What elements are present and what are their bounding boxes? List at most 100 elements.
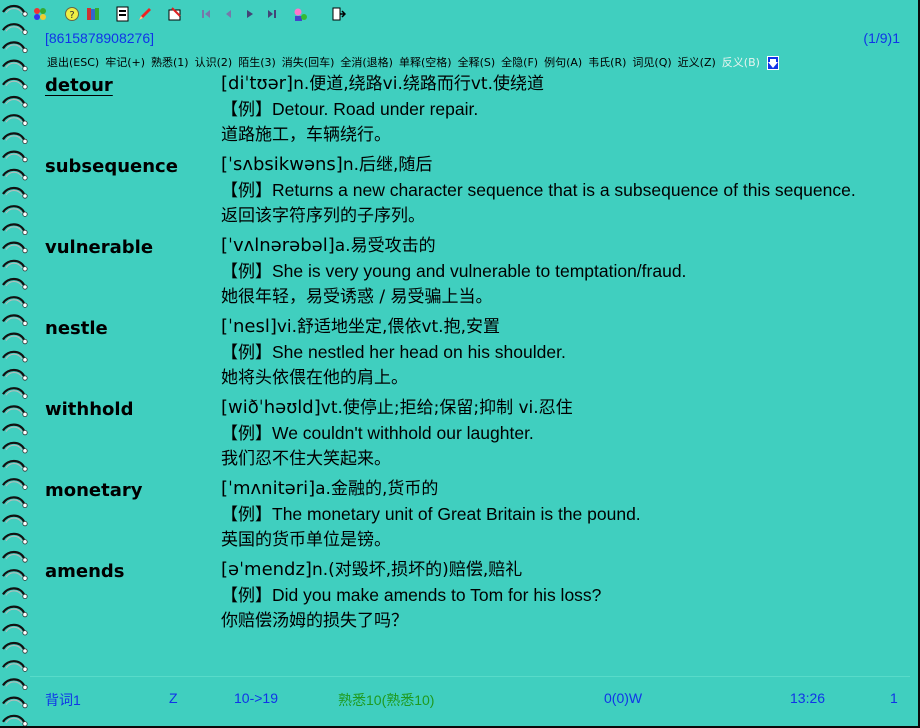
definition-block: [wiðˈhəʊld]vt.使停止;拒给;保留;抑制 vi.忍住【例】We co… [221, 395, 895, 472]
menu-item[interactable]: 全消(退格) [340, 56, 393, 69]
meaning: n.便道,绕路vi.绕路而行vt.使绕道 [293, 74, 544, 94]
example-translation: 返回该字符序列的子序列。 [221, 206, 425, 226]
menu-item[interactable]: 认识(2) [195, 56, 233, 69]
example-marker: 【例】 [221, 262, 272, 282]
example-marker: 【例】 [221, 343, 272, 363]
status-range: 10->19 [234, 690, 278, 706]
example-marker: 【例】 [221, 505, 272, 525]
help-icon[interactable]: ? [64, 6, 80, 22]
word-list: detour [diˈtʊər]n.便道,绕路vi.绕路而行vt.使绕道 【例】De… [45, 71, 895, 638]
books-icon[interactable] [85, 6, 101, 22]
example-marker: 【例】 [221, 586, 272, 606]
definition-block: [ˈnesl]vi.舒适地坐定,偎依vt.抱,安置 【例】She nestled … [221, 314, 895, 391]
svg-text:?: ? [69, 10, 74, 21]
definition-block: [diˈtʊər]n.便道,绕路vi.绕路而行vt.使绕道【例】Detour. … [221, 71, 895, 148]
mark-icon[interactable] [167, 6, 183, 22]
status-familiar: 熟悉10(熟悉10) [338, 692, 435, 708]
first-icon[interactable] [198, 6, 214, 22]
example-translation: 她将头依偎在他的肩上。 [221, 368, 408, 388]
definition-block: [əˈmendz]n.(对毁坏,损坏的)赔偿,赔礼【例】Did you make… [221, 557, 895, 634]
user-icon[interactable] [292, 6, 308, 22]
status-bar: 背词1 Z 10->19 熟悉10(熟悉10) 0(0)W 13:26 1 [0, 690, 920, 710]
prev-icon[interactable] [220, 6, 236, 22]
word-entry[interactable]: subsequence [ˈsʌbsikwəns]n.后继,随后【例】Return… [45, 152, 895, 229]
phonetic: [ˈvʌlnərəbəl] [221, 235, 335, 256]
example-sentence: The monetary unit of Great Britain is th… [272, 504, 641, 524]
app-window: ? [8615878908276] (1/9)1 退出(ESC) 牢记(+) 熟… [0, 0, 920, 728]
word-entry[interactable]: withhold [wiðˈhəʊld]vt.使停止;拒给;保留;抑制 vi.忍住… [45, 395, 895, 472]
example-translation: 你赔偿汤姆的损失了吗？ [221, 611, 408, 631]
definition-block: [ˈvʌlnərəbəl]a.易受攻击的【例】She is very young… [221, 233, 895, 310]
headword[interactable]: detour [45, 71, 221, 148]
headword[interactable]: amends [45, 557, 221, 634]
menu-item[interactable]: 单释(空格) [399, 56, 452, 69]
page-icon[interactable] [115, 6, 131, 22]
menu-item[interactable]: 近义(Z) [678, 56, 716, 69]
example-sentence: She nestled her head on his shoulder. [272, 342, 566, 362]
example-translation: 英国的货币单位是镑。 [221, 530, 391, 550]
example-sentence: She is very young and vulnerable to temp… [272, 261, 687, 281]
word-entry[interactable]: amends [əˈmendz]n.(对毁坏,损坏的)赔偿,赔礼【例】Did yo… [45, 557, 895, 634]
status-page: 1 [890, 690, 898, 706]
menu-item[interactable]: 韦氏(R) [588, 56, 626, 69]
colors-icon[interactable] [32, 6, 48, 22]
headword[interactable]: monetary [45, 476, 221, 553]
status-sort: Z [169, 690, 178, 706]
menu-item[interactable]: 退出(ESC) [47, 56, 99, 69]
word-entry[interactable]: vulnerable [ˈvʌlnərəbəl]a.易受攻击的【例】She is … [45, 233, 895, 310]
example-marker: 【例】 [221, 424, 272, 444]
phonetic: [əˈmendz] [221, 559, 312, 580]
phonetic: [ˈsʌbsikwəns] [221, 154, 343, 175]
menu-item[interactable]: 熟悉(1) [151, 56, 189, 69]
status-divider [30, 676, 910, 677]
phonetic: [wiðˈhəʊld] [221, 397, 321, 418]
next-icon[interactable] [264, 6, 280, 22]
pencil-icon[interactable] [137, 6, 153, 22]
position-indicator: (1/9)1 [863, 30, 900, 46]
phonetic: [ˈmʌnitəri] [221, 478, 316, 499]
example-marker: 【例】 [221, 181, 272, 201]
menu-item[interactable]: 反义(B) [722, 56, 760, 69]
exit-icon[interactable] [330, 6, 346, 22]
word-entry[interactable]: nestle [ˈnesl]vi.舒适地坐定,偎依vt.抱,安置 【例】She ne… [45, 314, 895, 391]
example-sentence: Returns a new character sequence that is… [272, 180, 856, 200]
menu-item[interactable]: 全释(S) [458, 56, 496, 69]
menu-item[interactable]: 全隐(F) [501, 56, 538, 69]
headword[interactable]: vulnerable [45, 233, 221, 310]
example-marker: 【例】 [221, 100, 272, 120]
meaning: a.金融的,货币的 [315, 479, 439, 499]
toolbar: ? [30, 4, 430, 24]
status-time: 13:26 [790, 690, 826, 706]
definition-block: [ˈmʌnitəri]a.金融的,货币的【例】The monetary unit… [221, 476, 895, 553]
example-translation: 她很年轻，易受诱惑 / 易受骗上当。 [221, 287, 493, 307]
example-sentence: Did you make amends to Tom for his loss? [272, 585, 602, 605]
meaning: vt.使停止;拒给;保留;抑制 vi.忍住 [320, 398, 573, 418]
example-translation: 我们忍不住大笑起来。 [221, 449, 391, 469]
play-icon[interactable] [242, 6, 258, 22]
phonetic: [diˈtʊər] [221, 73, 294, 94]
menu-item[interactable]: 消失(回车) [282, 56, 335, 69]
meaning: vi.舒适地坐定,偎依vt.抱,安置 [276, 317, 500, 337]
meaning: n.(对毁坏,损坏的)赔偿,赔礼 [311, 560, 523, 580]
status-count: 0(0)W [604, 690, 643, 706]
meaning: n.后继,随后 [342, 155, 433, 175]
status-mode: 背词1 [45, 692, 81, 708]
menu-item[interactable]: 牢记(+) [105, 56, 145, 69]
word-entry[interactable]: detour [diˈtʊər]n.便道,绕路vi.绕路而行vt.使绕道【例】De… [45, 71, 895, 148]
example-sentence: We couldn't withhold our laughter. [272, 423, 534, 443]
menu-item[interactable]: 词见(Q) [632, 56, 671, 69]
phone-number: [8615878908276] [45, 30, 154, 46]
example-sentence: Detour. Road under repair. [272, 99, 479, 119]
meaning: a.易受攻击的 [334, 236, 436, 256]
headword[interactable]: nestle [45, 314, 221, 391]
example-translation: 道路施工，车辆绕行。 [221, 125, 391, 145]
headword[interactable]: withhold [45, 395, 221, 472]
phonetic: [ˈnesl] [221, 316, 277, 337]
word-entry[interactable]: monetary [ˈmʌnitəri]a.金融的,货币的【例】The monet… [45, 476, 895, 553]
headword[interactable]: subsequence [45, 152, 221, 229]
menu-item[interactable]: 例句(A) [544, 56, 582, 69]
menu-item[interactable]: 陌生(3) [238, 56, 276, 69]
command-menu: 退出(ESC) 牢记(+) 熟悉(1) 认识(2) 陌生(3) 消失(回车) 全消(退格) 单… [47, 54, 779, 70]
spiral-binding [0, 0, 32, 728]
scroll-down-icon[interactable] [766, 56, 779, 70]
